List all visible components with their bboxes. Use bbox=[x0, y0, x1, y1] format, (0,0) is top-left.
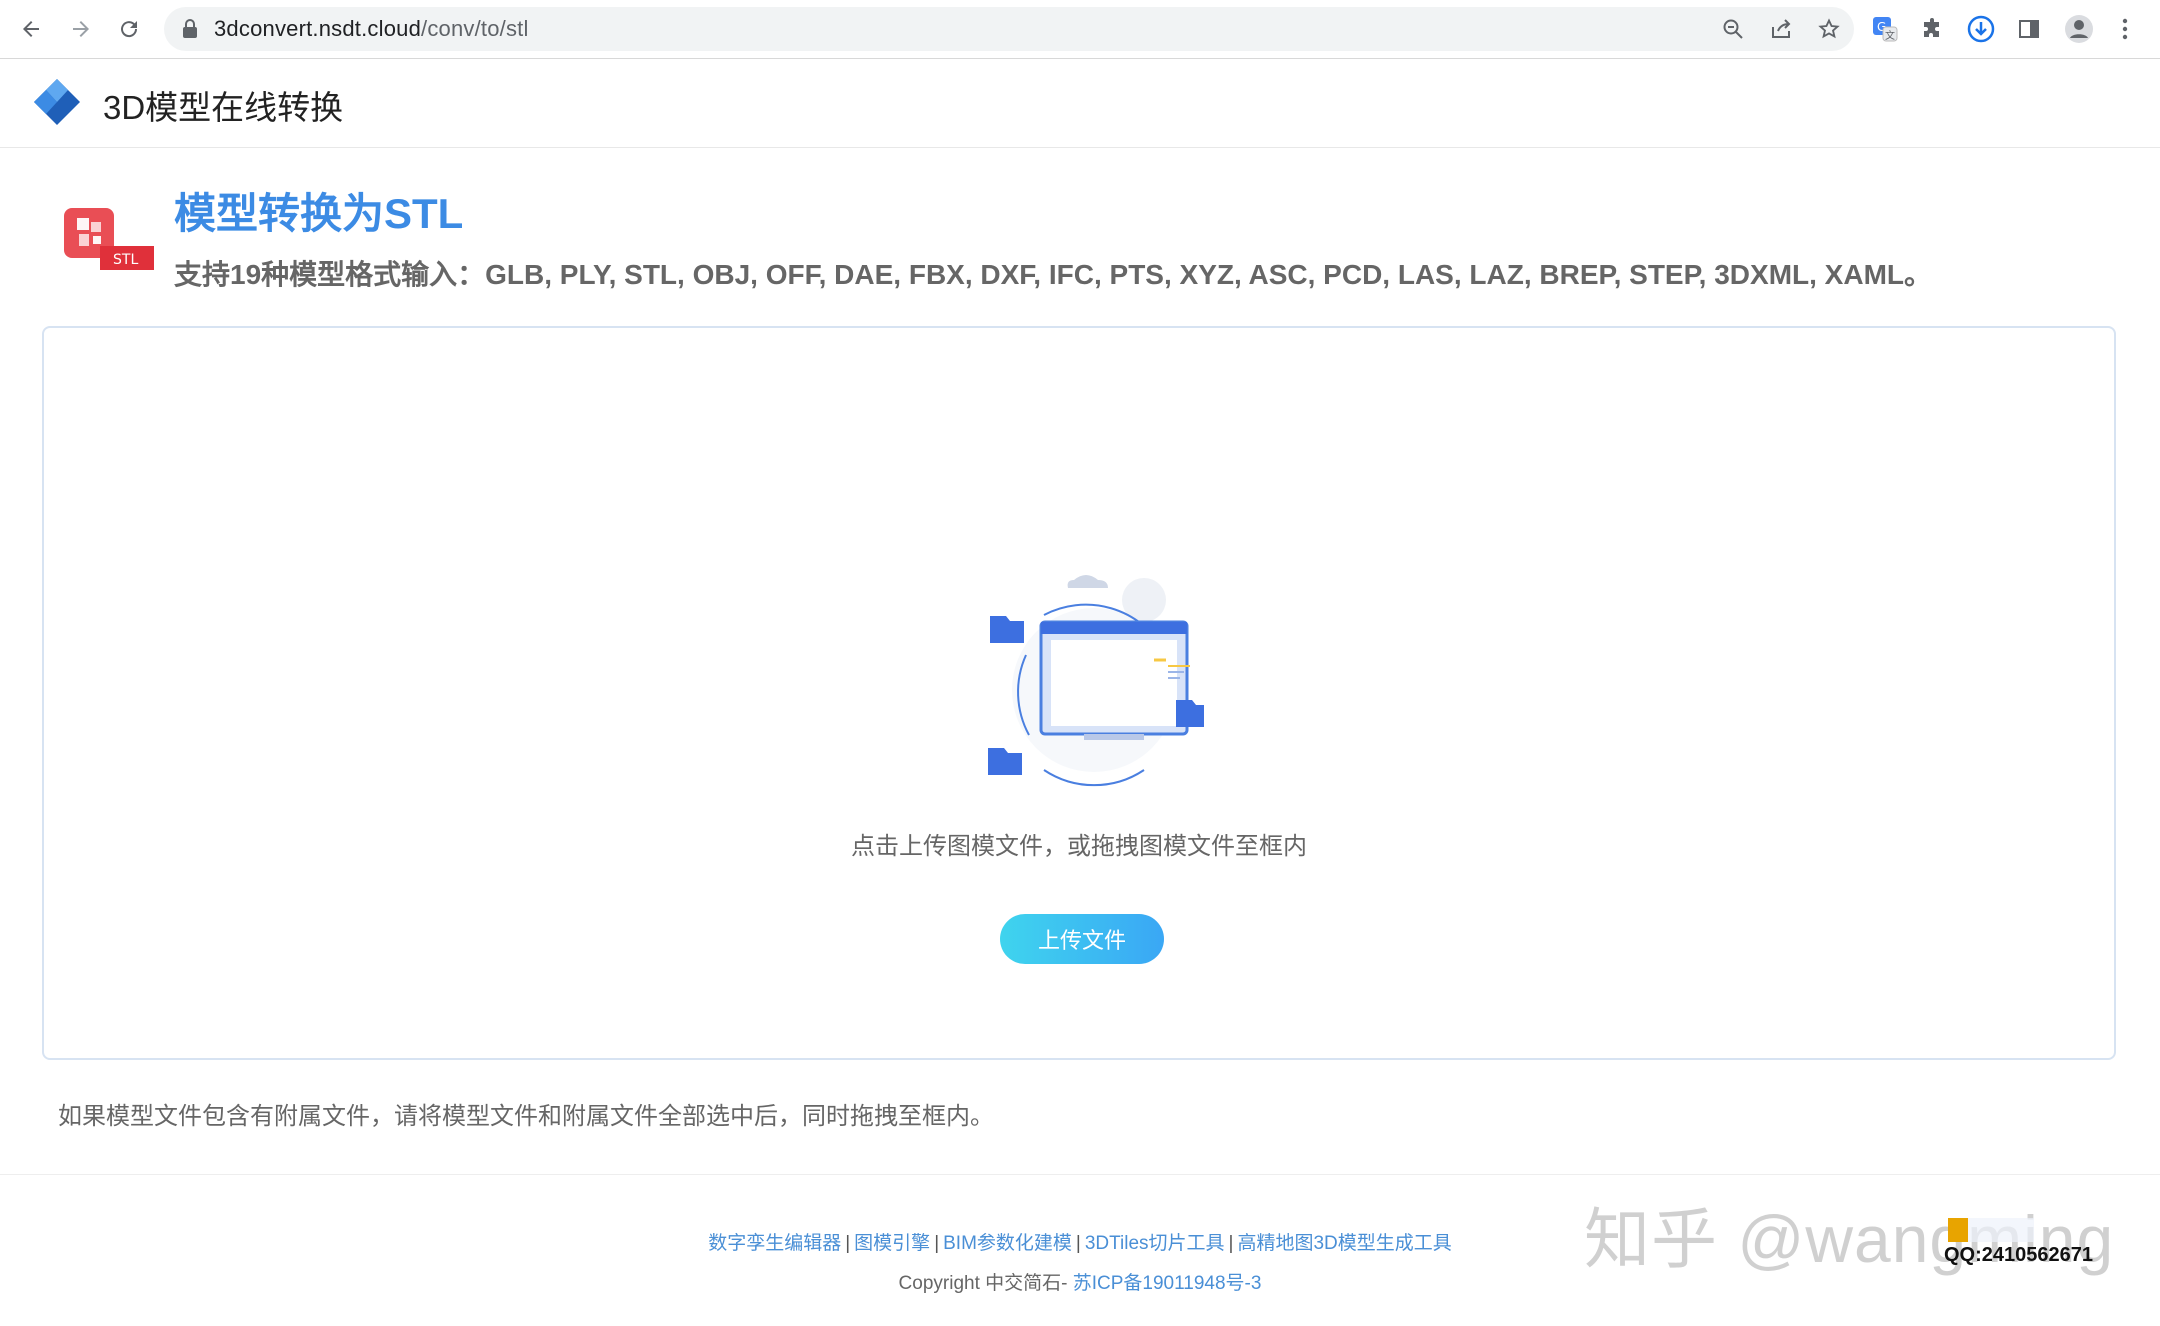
bookmark-star-icon[interactable] bbox=[1816, 16, 1842, 42]
forward-icon[interactable] bbox=[64, 12, 98, 46]
copyright-text: Copyright 中交简石- bbox=[899, 1273, 1073, 1294]
lock-icon bbox=[182, 19, 198, 43]
download-icon[interactable] bbox=[1964, 12, 1998, 46]
site-title[interactable]: 3D模型在线转换 bbox=[103, 81, 343, 129]
supported-formats-text: 支持19种模型格式输入：GLB, PLY, STL, OBJ, OFF, DAE… bbox=[174, 253, 1932, 293]
share-icon[interactable] bbox=[1768, 16, 1794, 42]
qq-number: QQ:2410562671 bbox=[1944, 1244, 2093, 1267]
upload-file-button[interactable]: 上传文件 bbox=[1000, 914, 1164, 964]
footer-link-engine[interactable]: 图模引擎 bbox=[854, 1233, 930, 1254]
reload-icon[interactable] bbox=[112, 12, 146, 46]
upload-illustration bbox=[984, 560, 1204, 794]
footer-link-3dtiles[interactable]: 3DTiles切片工具 bbox=[1085, 1233, 1225, 1254]
footer-link-bim[interactable]: BIM参数化建模 bbox=[943, 1233, 1072, 1254]
side-panel-icon[interactable] bbox=[2012, 12, 2046, 46]
browser-toolbar: 3dconvert.nsdt.cloud/conv/to/stl G文 bbox=[0, 0, 2160, 59]
zoom-icon[interactable] bbox=[1720, 16, 1746, 42]
footer-link-twin-editor[interactable]: 数字孪生编辑器 bbox=[708, 1233, 841, 1254]
page-title: 模型转换为STL bbox=[174, 180, 463, 241]
profile-avatar-icon[interactable] bbox=[2062, 12, 2096, 46]
address-bar[interactable]: 3dconvert.nsdt.cloud/conv/to/stl bbox=[164, 7, 1854, 51]
extensions-puzzle-icon[interactable] bbox=[1916, 12, 1950, 46]
url-text[interactable]: 3dconvert.nsdt.cloud/conv/to/stl bbox=[214, 16, 529, 42]
watermark-text: 知乎 @wangming bbox=[1584, 1186, 2114, 1282]
stl-badge-text: STL bbox=[113, 252, 138, 268]
menu-kebab-icon[interactable] bbox=[2108, 12, 2142, 46]
footer-divider bbox=[0, 1174, 2160, 1175]
translate-icon[interactable]: G文 bbox=[1868, 12, 1902, 46]
footer-link-hd-map[interactable]: 高精地图3D模型生成工具 bbox=[1237, 1233, 1451, 1254]
qq-badge-icon bbox=[1948, 1216, 2034, 1244]
stl-file-icon: STL bbox=[64, 208, 156, 276]
back-icon[interactable] bbox=[14, 12, 48, 46]
site-logo-icon[interactable] bbox=[32, 77, 82, 131]
attachment-note: 如果模型文件包含有附属文件，请将模型文件和附属文件全部选中后，同时拖拽至框内。 bbox=[58, 1096, 994, 1131]
svg-text:文: 文 bbox=[1885, 29, 1895, 42]
icp-link[interactable]: 苏ICP备19011948号-3 bbox=[1073, 1273, 1262, 1294]
upload-hint: 点击上传图模文件，或拖拽图模文件至框内 bbox=[44, 826, 2114, 861]
upload-dropzone[interactable]: 点击上传图模文件，或拖拽图模文件至框内 上传文件 bbox=[42, 326, 2116, 1060]
site-header: 3D模型在线转换 bbox=[0, 59, 2160, 148]
